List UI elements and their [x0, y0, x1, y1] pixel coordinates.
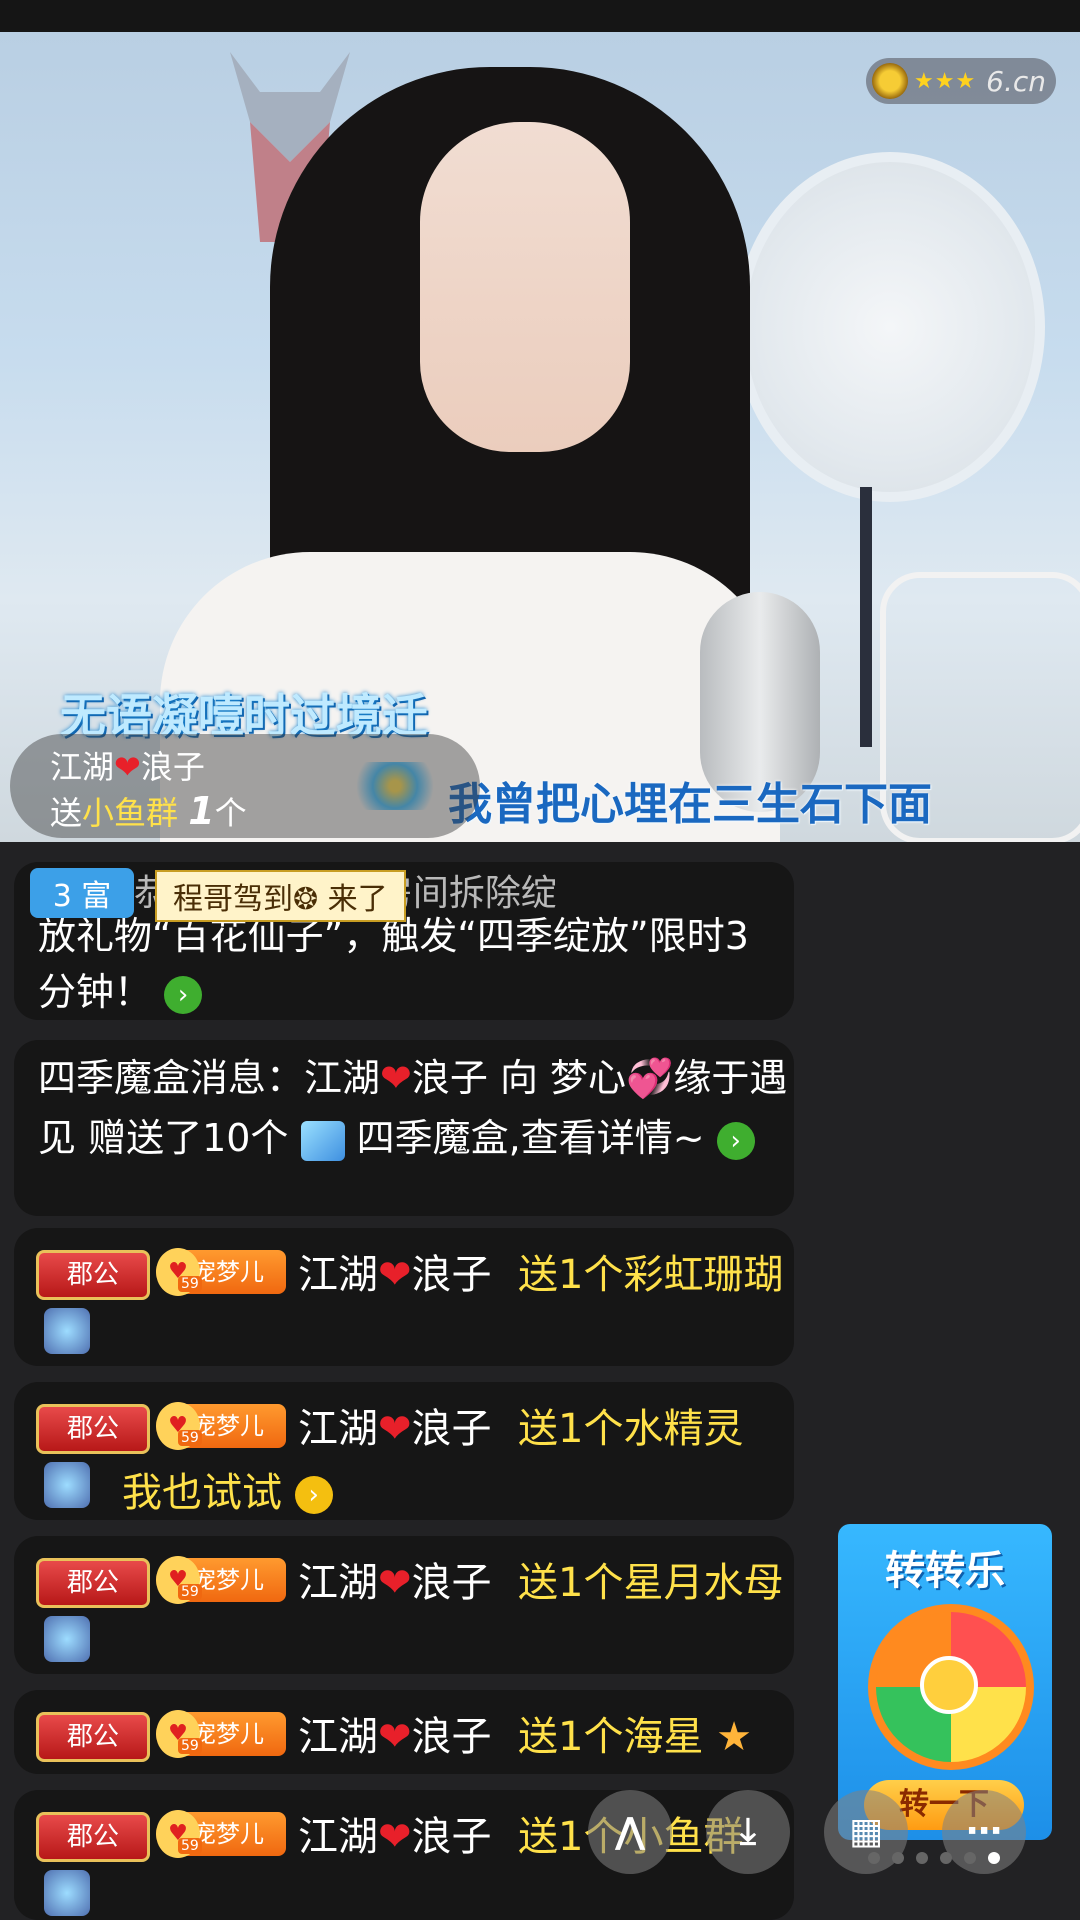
- magic-box-text: 四季魔盒消息：江湖❤浪子 向 梦心💞缘于遇见 赠送了10个 四季魔盒,查看详情~…: [38, 1056, 788, 1161]
- system-message-magic-box[interactable]: 四季魔盒消息：江湖❤浪子 向 梦心💞缘于遇见 赠送了10个 四季魔盒,查看详情~…: [14, 1040, 794, 1216]
- pet-badge: ♥ 59 宠梦儿: [156, 1710, 286, 1758]
- chat-gift-row: 郡公 ♥ 59 宠梦儿 江湖❤浪子 送1个海星 ★: [14, 1690, 794, 1774]
- chat-gift-text: 送1个水精灵: [518, 1406, 744, 1452]
- chat-gift-row: 郡公 ♥ 59 宠梦儿 江湖❤浪子 送1个彩虹珊瑚: [14, 1228, 794, 1366]
- page-dot-active: [988, 1852, 1000, 1864]
- streamer-face: [420, 122, 630, 452]
- chat-gift-row: 郡公 ♥ 59 宠梦儿 江湖❤浪子 送1个水精灵 我也试试 ›: [14, 1382, 794, 1520]
- gift-line: 送小鱼群 1个: [50, 789, 247, 833]
- chat-gift-row: 郡公 ♥ 59 宠梦儿 江湖❤浪子 送1个星月水母: [14, 1536, 794, 1674]
- chat-nick[interactable]: 江湖❤浪子: [298, 1550, 492, 1608]
- fan-lamp: [735, 152, 1045, 502]
- gift-banner: 江湖❤浪子 送小鱼群 1个: [10, 734, 480, 838]
- fish-school-gift-icon: [44, 1870, 90, 1916]
- rich-level-badge: 3 富: [30, 868, 134, 918]
- hearts-icon: 💞: [626, 1056, 674, 1100]
- magic-box-icon: [300, 1120, 345, 1161]
- page-dot: [940, 1852, 952, 1864]
- arrow-right-icon[interactable]: ›: [164, 975, 203, 1014]
- site-logo: 6.cn: [986, 64, 1047, 98]
- heart-icon: ❤: [114, 748, 141, 786]
- heart-icon: ❤: [378, 1560, 412, 1606]
- title-badge: 郡公: [36, 1558, 150, 1608]
- chat-gift-row: 郡公 ♥59宠梦儿 江湖❤浪子 送1个小鱼群: [14, 1790, 794, 1920]
- starfish-gift-icon: ★: [716, 1714, 753, 1760]
- pet-badge: ♥ 59 宠梦儿: [156, 1248, 286, 1296]
- page-dot: [916, 1852, 928, 1864]
- title-badge: 郡公: [36, 1250, 150, 1300]
- heart-icon: ❤: [378, 1252, 412, 1298]
- download-icon[interactable]: ⤓: [706, 1790, 790, 1874]
- pet-badge: ♥ 59 宠梦儿: [156, 1556, 286, 1604]
- chat-gift-text: 送1个彩虹珊瑚: [518, 1252, 784, 1298]
- wheel-hub-icon: [920, 1656, 978, 1714]
- arrow-right-icon: ›: [294, 1476, 333, 1514]
- chat-nick[interactable]: 江湖❤浪子: [298, 1396, 492, 1454]
- title-badge: 郡公: [36, 1712, 150, 1762]
- arrow-right-icon[interactable]: ›: [716, 1121, 755, 1160]
- try-it-button[interactable]: 我也试试 ›: [122, 1460, 333, 1518]
- gift-sender: 江湖❤浪子: [50, 748, 205, 786]
- share-icon[interactable]: ⋀: [588, 1790, 672, 1874]
- pet-badge: ♥ 59 宠梦儿: [156, 1810, 286, 1858]
- user-enter-banner: 程哥驾到❂ 来了: [155, 870, 406, 922]
- page-indicator: [868, 1852, 1000, 1864]
- medal-icon: [872, 63, 908, 99]
- chat-nick[interactable]: 江湖❤浪子: [298, 1704, 492, 1762]
- rating-stars: ★★★: [914, 68, 977, 94]
- title-badge: 郡公: [36, 1812, 150, 1862]
- promo-title: 转转乐: [885, 1548, 1005, 1594]
- page-dot: [868, 1852, 880, 1864]
- chat-gift-text: 送1个星月水母: [518, 1560, 784, 1606]
- heart-icon: ❤: [380, 1056, 412, 1100]
- title-badge: 郡公: [36, 1404, 150, 1454]
- page-dot: [892, 1852, 904, 1864]
- chat-gift-text: 送1个海星 ★: [518, 1714, 753, 1760]
- heart-icon: ❤: [378, 1714, 412, 1760]
- heart-icon: ❤: [378, 1406, 412, 1452]
- pet-badge: ♥ 59 宠梦儿: [156, 1402, 286, 1450]
- lyric-line-2: 我曾把心埋在三生石下面: [448, 779, 932, 830]
- page-dot: [964, 1852, 976, 1864]
- chat-nick[interactable]: 江湖❤浪子: [298, 1804, 492, 1862]
- anchor-rating[interactable]: ★★★ 6.cn: [866, 58, 1056, 104]
- jellyfish-gift-icon: [44, 1616, 90, 1662]
- chat-nick[interactable]: 江湖❤浪子: [298, 1242, 492, 1300]
- coral-gift-icon: [44, 1308, 90, 1354]
- water-spirit-gift-icon: [44, 1462, 90, 1508]
- heart-icon: ❤: [378, 1814, 412, 1860]
- system-message-text: 放礼物“百花仙子”，触发“四季绽放”限时3分钟！ ›: [38, 914, 749, 1014]
- top-status-bar: [0, 0, 1080, 32]
- fan-stand: [860, 487, 872, 747]
- live-video[interactable]: ★★★ 6.cn 无语凝噎时过境迁 我曾把心埋在三生石下面 江湖❤浪子 送小鱼群…: [0, 32, 1080, 842]
